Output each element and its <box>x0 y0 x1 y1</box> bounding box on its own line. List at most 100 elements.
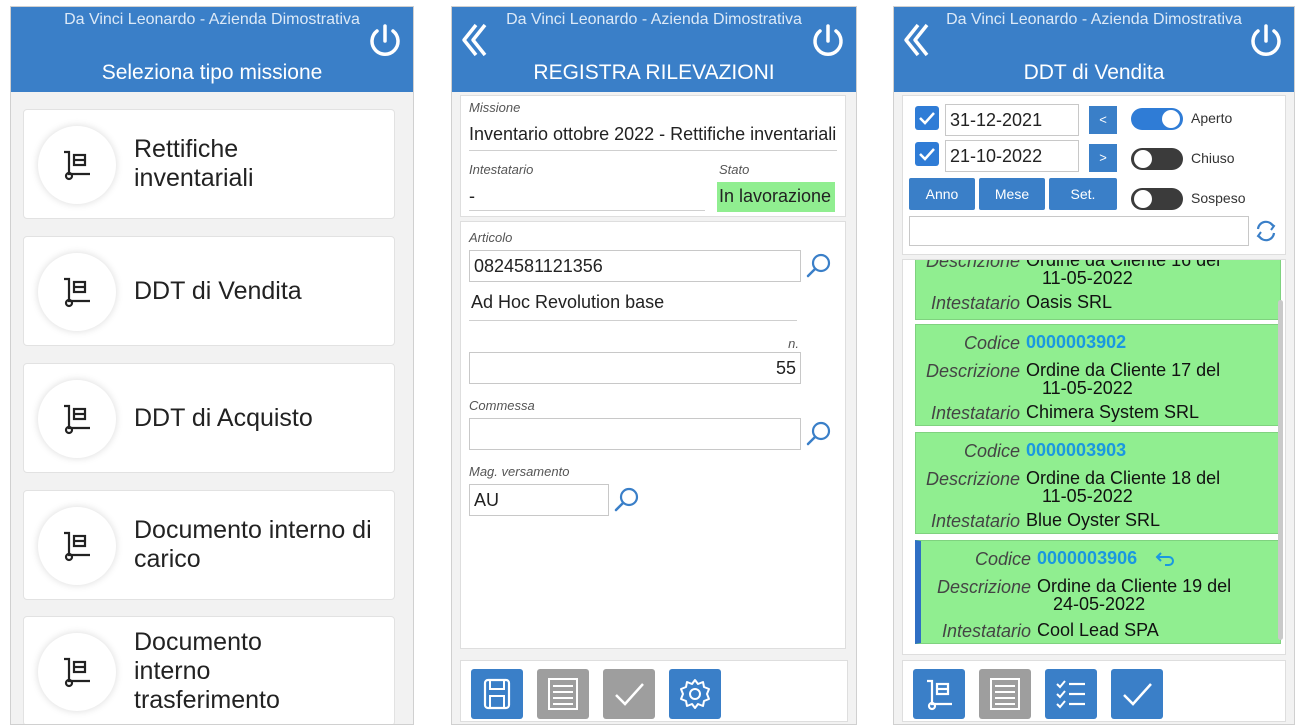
order-card[interactable]: Codice 0000003903 Descrizione Ordine da … <box>915 432 1281 534</box>
power-icon[interactable] <box>1246 21 1286 61</box>
action-toolbar <box>902 660 1286 722</box>
power-icon[interactable] <box>365 21 405 61</box>
mese-button[interactable]: Mese <box>979 178 1045 210</box>
settimana-button[interactable]: Set. <box>1049 178 1117 210</box>
mission-icon-circle <box>38 507 116 585</box>
prev-period-button[interactable]: < <box>1089 106 1117 134</box>
intestatario-label: Intestatario <box>930 293 1020 313</box>
intestatario-label: Intestatario <box>930 511 1020 531</box>
divider <box>469 150 837 151</box>
mission-icon-circle <box>38 126 116 204</box>
date-to-input[interactable]: 21-10-2022 <box>945 140 1079 172</box>
descrizione-label: Descrizione <box>925 361 1020 381</box>
back-chevron-icon[interactable] <box>898 19 932 61</box>
toggle-aperto-label: Aperto <box>1191 110 1233 126</box>
company-name: Da Vinci Leonardo - Azienda Dimostrativa <box>506 11 802 28</box>
hand-truck-icon <box>927 679 952 711</box>
checklist-icon <box>1056 680 1085 709</box>
confirm-button[interactable] <box>1111 669 1163 719</box>
descrizione-value: Ordine da Cliente 19 del <box>1037 576 1232 596</box>
list-button[interactable] <box>979 669 1031 719</box>
filter-box: 31-12-2021 < 21-10-2022 > Anno Mese Set.… <box>902 95 1286 255</box>
mission-label: DDT di Vendita <box>134 276 302 305</box>
page-title: REGISTRA RILEVAZIONI <box>533 61 775 84</box>
order-card-partial[interactable]: Descrizione Ordine da Cliente 16 del 11-… <box>915 259 1281 320</box>
descrizione-date: 11-05-2022 <box>1042 486 1133 506</box>
mission-label: Documento interno di carico <box>134 516 372 573</box>
order-card-selected[interactable]: Codice 0000003906 Descrizione Ordine da … <box>915 540 1281 644</box>
order-card[interactable]: Codice 0000003902 Descrizione Ordine da … <box>915 324 1281 426</box>
intestatario-label: Intestatario <box>930 403 1020 423</box>
hand-truck-icon <box>64 150 90 181</box>
back-chevron-icon[interactable] <box>456 19 490 61</box>
intestatario-label: Intestatario <box>469 162 534 177</box>
descrizione-date: 11-05-2022 <box>1042 378 1133 398</box>
power-icon[interactable] <box>808 21 848 61</box>
save-icon <box>483 678 511 710</box>
next-period-button[interactable]: > <box>1089 144 1117 172</box>
anno-button[interactable]: Anno <box>909 178 975 210</box>
check-icon <box>615 683 644 706</box>
descrizione-label: Descrizione <box>925 259 1020 271</box>
hand-truck-icon <box>64 277 90 308</box>
header: Da Vinci Leonardo - Azienda Dimostrativa… <box>452 7 856 92</box>
confirm-button[interactable] <box>603 669 655 719</box>
hand-truck-button[interactable] <box>913 669 965 719</box>
mission-icon-circle <box>38 633 116 711</box>
search-icon[interactable] <box>613 486 641 514</box>
toggle-chiuso[interactable] <box>1131 148 1183 170</box>
date-to-checkbox[interactable] <box>915 142 939 166</box>
date-from-checkbox[interactable] <box>915 106 939 130</box>
gear-icon <box>680 679 710 709</box>
qty-input[interactable]: 55 <box>469 352 801 384</box>
stato-badge: In lavorazione <box>717 182 835 212</box>
descrizione-value: Ordine da Cliente 18 del <box>1026 468 1221 488</box>
checklist-button[interactable] <box>1045 669 1097 719</box>
descrizione-label: Descrizione <box>925 469 1020 489</box>
qty-label: n. <box>788 336 799 351</box>
mission-card-rettifiche[interactable]: Rettifiche inventariali <box>23 109 395 219</box>
intestatario-label: Intestatario <box>941 621 1031 641</box>
intestatario-value: Blue Oyster SRL <box>1026 510 1161 530</box>
date-from-input[interactable]: 31-12-2021 <box>945 104 1079 136</box>
mission-icon-circle <box>38 253 116 331</box>
mission-icon-circle <box>38 380 116 458</box>
panel-ddt-vendita: Da Vinci Leonardo - Azienda Dimostrativa… <box>893 6 1295 725</box>
check-icon <box>1123 683 1152 706</box>
list-button[interactable] <box>537 669 589 719</box>
articolo-input[interactable]: 0824581121356 <box>469 250 801 282</box>
check-icon <box>919 112 935 125</box>
refresh-icon[interactable] <box>1253 218 1279 244</box>
scrollbar[interactable] <box>1278 300 1283 640</box>
page-title: DDT di Vendita <box>1023 61 1165 84</box>
panel-registra-rilevazioni: Da Vinci Leonardo - Azienda Dimostrativa… <box>451 6 857 725</box>
page-title: Seleziona tipo missione <box>101 61 323 84</box>
codice-value: 0000003903 <box>1026 440 1127 460</box>
search-input[interactable] <box>909 216 1249 246</box>
save-button[interactable] <box>471 669 523 719</box>
commessa-input[interactable] <box>469 418 801 450</box>
mag-input[interactable]: AU <box>469 484 609 516</box>
mission-label: Documento interno trasferimento <box>134 627 280 714</box>
return-arrow-icon <box>1155 552 1174 566</box>
list-icon <box>990 678 1020 710</box>
settings-button[interactable] <box>669 669 721 719</box>
toggle-aperto[interactable] <box>1131 108 1183 130</box>
check-icon <box>919 148 935 161</box>
intestatario-value: - <box>469 186 475 206</box>
articolo-description: Ad Hoc Revolution base <box>471 292 665 312</box>
article-form: Articolo 0824581121356 Ad Hoc Revolution… <box>460 221 846 649</box>
articolo-label: Articolo <box>469 230 513 245</box>
codice-value: 0000003906 <box>1037 548 1138 568</box>
search-icon[interactable] <box>805 420 833 448</box>
toggle-sospeso-label: Sospeso <box>1191 190 1246 206</box>
toggle-sospeso[interactable] <box>1131 188 1183 210</box>
commessa-label: Commessa <box>469 398 535 413</box>
search-icon[interactable] <box>805 252 833 280</box>
mission-card-ddt-acquisto[interactable]: DDT di Acquisto <box>23 363 395 473</box>
mission-card-ddt-vendita[interactable]: DDT di Vendita <box>23 236 395 346</box>
mission-card-doc-trasferimento[interactable]: Documento interno trasferimento <box>23 616 395 724</box>
missione-value: Inventario ottobre 2022 - Rettifiche inv… <box>469 124 837 144</box>
mission-card-doc-carico[interactable]: Documento interno di carico <box>23 490 395 600</box>
panel-select-mission: Da Vinci Leonardo - Azienda Dimostrativa… <box>10 6 414 725</box>
